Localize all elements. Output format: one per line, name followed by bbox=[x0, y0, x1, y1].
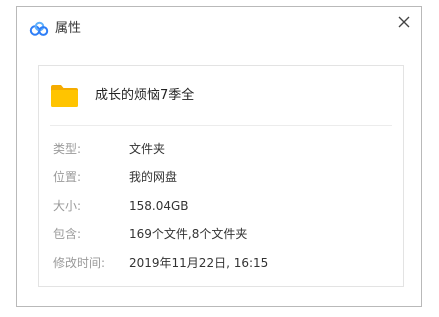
location-label: 位置: bbox=[53, 170, 82, 185]
properties-panel: 成长的烦恼7季全 类型: 文件夹 位置: 我的网盘 大小: 158.04GB 包… bbox=[38, 65, 404, 287]
property-list: 类型: 文件夹 位置: 我的网盘 大小: 158.04GB 包含: 169个文件… bbox=[53, 140, 393, 282]
properties-dialog: 属性 成长的烦恼7季全 类型: 文件夹 位置: 我的网盘 大小: 158.04G… bbox=[16, 6, 422, 307]
property-row-modified: 修改时间: 2019年11月22日, 16:15 bbox=[53, 254, 393, 282]
dialog-titlebar: 属性 bbox=[17, 7, 421, 51]
property-row-type: 类型: 文件夹 bbox=[53, 140, 393, 168]
file-name: 成长的烦恼7季全 bbox=[95, 88, 195, 103]
size-label: 大小: bbox=[53, 198, 82, 213]
size-value: 158.04GB bbox=[129, 198, 189, 213]
modified-time-value: 2019年11月22日, 16:15 bbox=[129, 255, 269, 270]
dialog-title: 属性 bbox=[55, 21, 82, 36]
type-label: 类型: bbox=[53, 142, 82, 156]
property-row-size: 大小: 158.04GB bbox=[53, 197, 393, 225]
close-icon[interactable] bbox=[393, 11, 415, 33]
location-value: 我的网盘 bbox=[129, 170, 178, 185]
modified-time-label: 修改时间: bbox=[53, 255, 106, 270]
property-row-location: 位置: 我的网盘 bbox=[53, 168, 393, 196]
property-row-contains: 包含: 169个文件,8个文件夹 bbox=[53, 225, 393, 253]
type-value: 文件夹 bbox=[129, 142, 166, 156]
contains-value: 169个文件,8个文件夹 bbox=[129, 227, 248, 242]
baidu-netdisk-cloud-icon bbox=[29, 21, 49, 37]
close-button[interactable] bbox=[393, 11, 415, 33]
contains-label: 包含: bbox=[53, 227, 82, 242]
folder-icon bbox=[51, 85, 78, 107]
divider bbox=[50, 125, 392, 126]
